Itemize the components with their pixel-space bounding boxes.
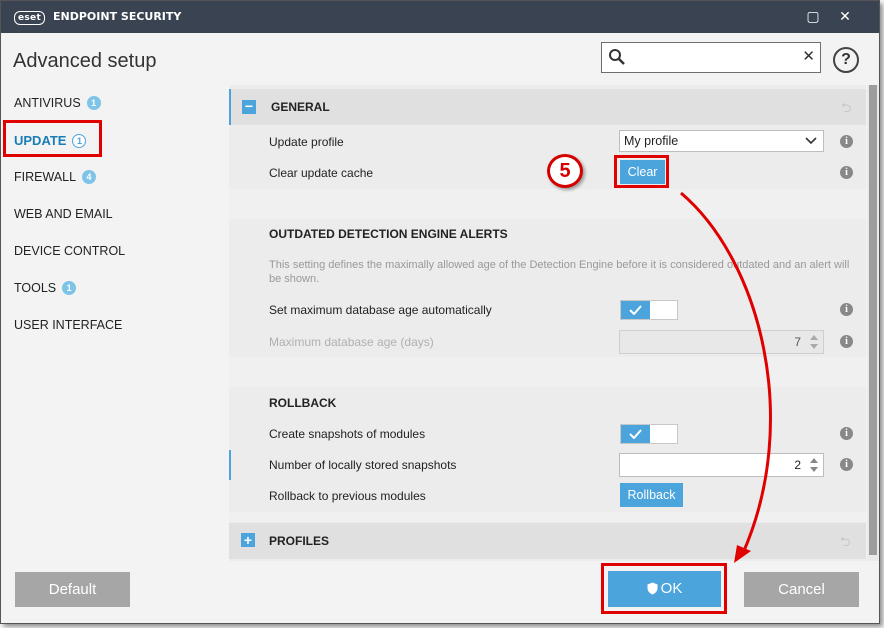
- arrow-annotation: [680, 191, 772, 563]
- shield-icon: [647, 582, 658, 595]
- ok-label: OK: [660, 580, 683, 597]
- ok-button[interactable]: OK: [608, 571, 721, 607]
- advanced-setup-window: eset ENDPOINT SECURITY ▢ ✕ Advanced setu…: [0, 0, 880, 624]
- cancel-button[interactable]: Cancel: [744, 572, 859, 607]
- default-button[interactable]: Default: [15, 572, 130, 607]
